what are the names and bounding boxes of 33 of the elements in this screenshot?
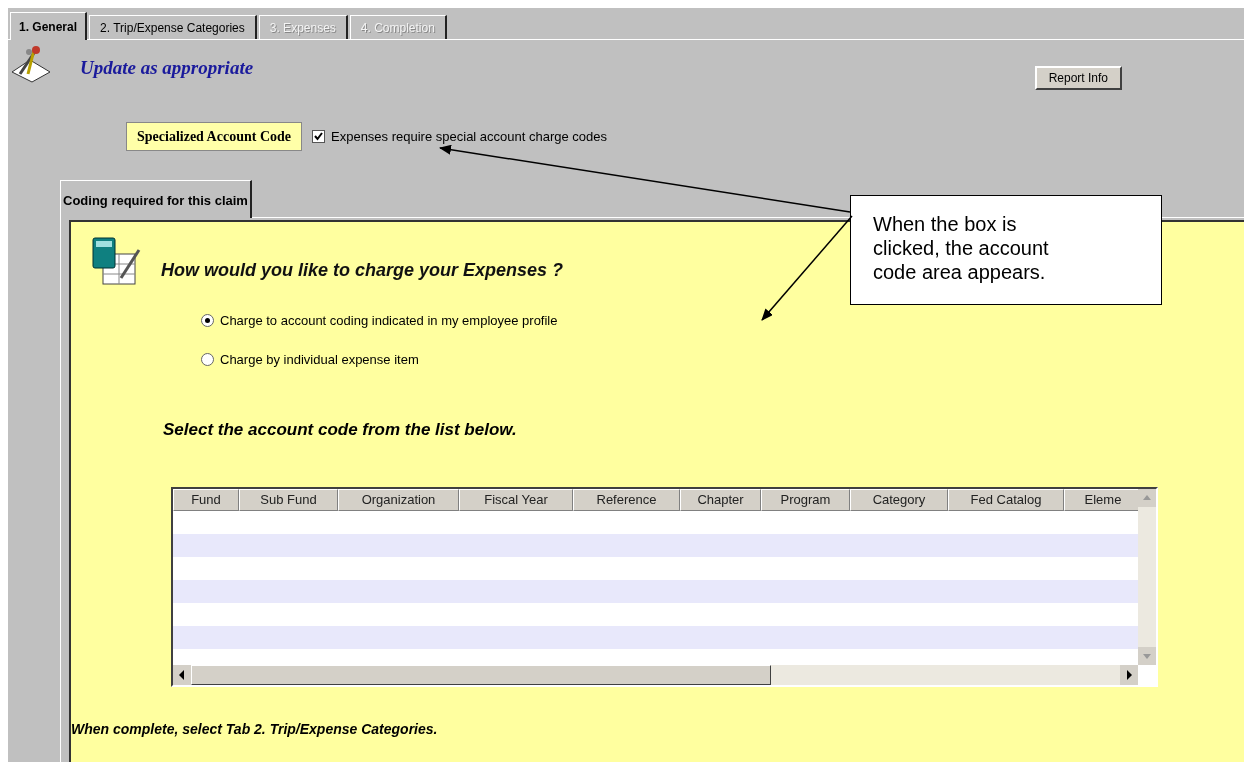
radio-button[interactable]	[201, 314, 214, 328]
column-header[interactable]: Organization	[338, 488, 459, 511]
scroll-thumb[interactable]	[191, 664, 771, 685]
scroll-left-icon[interactable]	[173, 664, 191, 685]
column-header[interactable]: Fiscal Year	[459, 488, 573, 511]
drafting-tools-icon	[10, 44, 52, 84]
horizontal-scrollbar[interactable]	[173, 664, 1138, 685]
radio-label: Charge to account coding indicated in my employee profile	[220, 312, 558, 330]
instruction-text: When complete, select Tab 2. Trip/Expense Categories.	[71, 719, 439, 739]
radio-label: Charge by individual expense item	[220, 350, 419, 369]
scroll-up-icon[interactable]	[1138, 488, 1156, 507]
column-header[interactable]: Chapter	[680, 488, 761, 511]
report-info-button[interactable]: Report Info	[1034, 66, 1122, 90]
column-header[interactable]: Reference	[573, 488, 680, 511]
vertical-scrollbar[interactable]	[1138, 488, 1156, 665]
checkbox[interactable]	[312, 130, 325, 143]
column-header[interactable]: Fed Catalog	[948, 488, 1064, 511]
list-heading: Select the account code from the list below.	[163, 419, 518, 441]
tab[interactable]: 2. Trip/Expense Categories	[89, 15, 257, 39]
column-header[interactable]: Sub Fund	[239, 488, 338, 511]
scroll-right-icon[interactable]	[1120, 664, 1138, 685]
section-title: Update as appropriate	[80, 55, 254, 80]
field-label: Specialized Account Code	[126, 122, 302, 151]
radio-button[interactable]	[201, 352, 214, 366]
column-header[interactable]: Program	[761, 488, 850, 511]
tab[interactable]: 1. General	[10, 12, 88, 40]
checkbox-label: Expenses require special account charge codes	[331, 127, 608, 146]
column-header[interactable]: Fund	[173, 488, 239, 511]
calculator-spreadsheet-icon	[91, 236, 141, 288]
callout-box: When the box is clicked, the account code area appears.	[850, 195, 1162, 305]
column-header[interactable]: Category	[850, 488, 948, 511]
tab[interactable]: Coding required for this claim	[60, 180, 252, 218]
question-heading: How would you like to charge your Expenses ?	[161, 258, 564, 282]
